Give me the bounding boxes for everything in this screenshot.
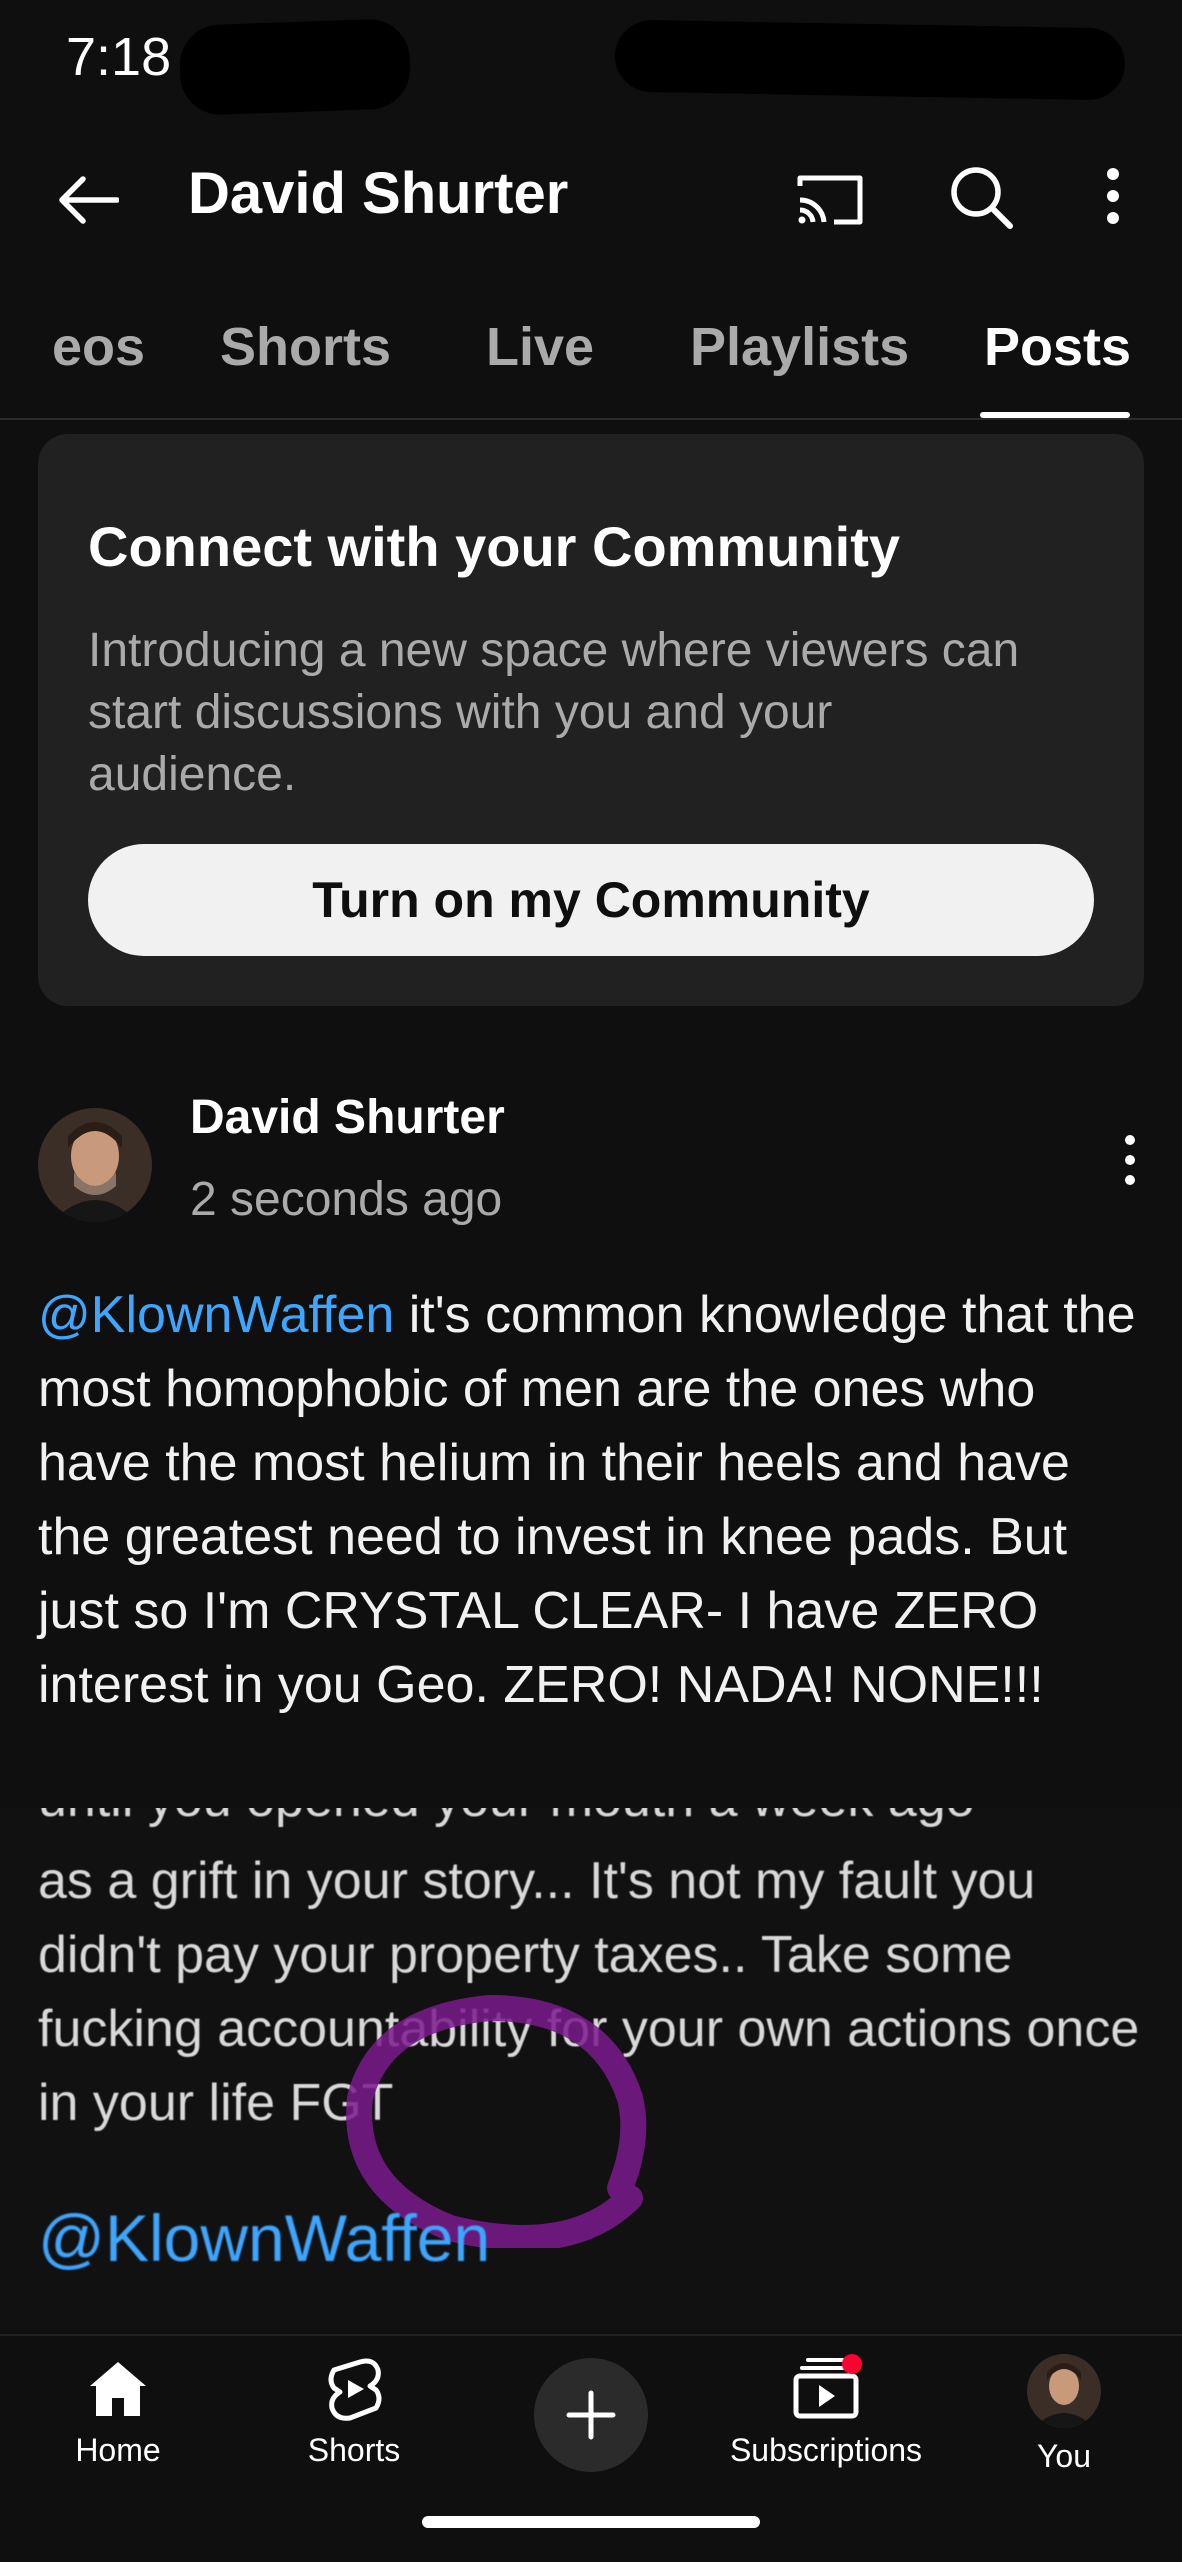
notification-dot [842,2354,862,2374]
community-card-title: Connect with your Community [88,515,900,578]
status-time: 7:18 [66,27,172,87]
redaction-mark [614,19,1126,101]
cast-button[interactable] [790,160,870,240]
subscriptions-icon [793,2354,862,2419]
nav-subscriptions-label: Subscriptions [729,2432,923,2468]
nav-shorts-label: Shorts [307,2432,401,2468]
home-icon [90,2362,146,2416]
more-vert-icon [1125,1135,1135,1185]
tab-shorts[interactable]: Shorts [220,316,391,378]
tab-playlists[interactable]: Playlists [690,316,909,378]
post-image-cut-line: until you opened your mouth a week ago [38,1808,975,1836]
post-mention-link[interactable]: @KlownWaffen [38,1286,394,1344]
nav-shorts[interactable]: Shorts [254,2354,454,2469]
nav-you-label: You [1037,2438,1091,2474]
nav-subscriptions[interactable]: Subscriptions [726,2354,926,2469]
turn-on-community-button[interactable]: Turn on my Community [88,844,1094,956]
tab-live[interactable]: Live [486,316,594,378]
create-plus-icon [566,2390,616,2440]
nav-home[interactable]: Home [18,2354,218,2469]
post-author-avatar[interactable] [38,1108,152,1222]
divider [0,418,1182,420]
back-button[interactable] [48,160,128,240]
nav-home-label: Home [75,2432,161,2468]
create-button[interactable] [534,2358,648,2472]
back-arrow-icon [59,176,119,224]
shorts-icon [328,2358,382,2421]
more-vert-icon [1107,168,1119,224]
page-title: David Shurter [188,161,569,226]
tab-posts[interactable]: Posts [984,316,1131,378]
post-image[interactable]: until you opened your mouth a week ago a… [0,1808,1182,2330]
search-icon [951,167,1013,229]
redaction-mark [178,18,412,116]
more-options-button[interactable] [1088,158,1138,238]
home-indicator[interactable] [422,2516,760,2528]
post-body: @KlownWaffen it's common knowledge that … [38,1278,1148,1722]
post-timestamp: 2 seconds ago [190,1173,503,1226]
post-body-text: it's common knowledge that the most homo… [38,1286,1136,1714]
avatar [1027,2354,1101,2428]
post-image-mention: @KlownWaffen [38,2201,491,2275]
cast-icon [797,175,863,225]
post-author-name[interactable]: David Shurter [190,1090,505,1145]
search-button[interactable] [942,158,1022,238]
post-more-button[interactable] [1110,1130,1150,1190]
nav-you[interactable]: You [964,2354,1164,2475]
tab-videos[interactable]: eos [52,316,145,378]
community-card-description: Introducing a new space where viewers ca… [88,624,1020,801]
